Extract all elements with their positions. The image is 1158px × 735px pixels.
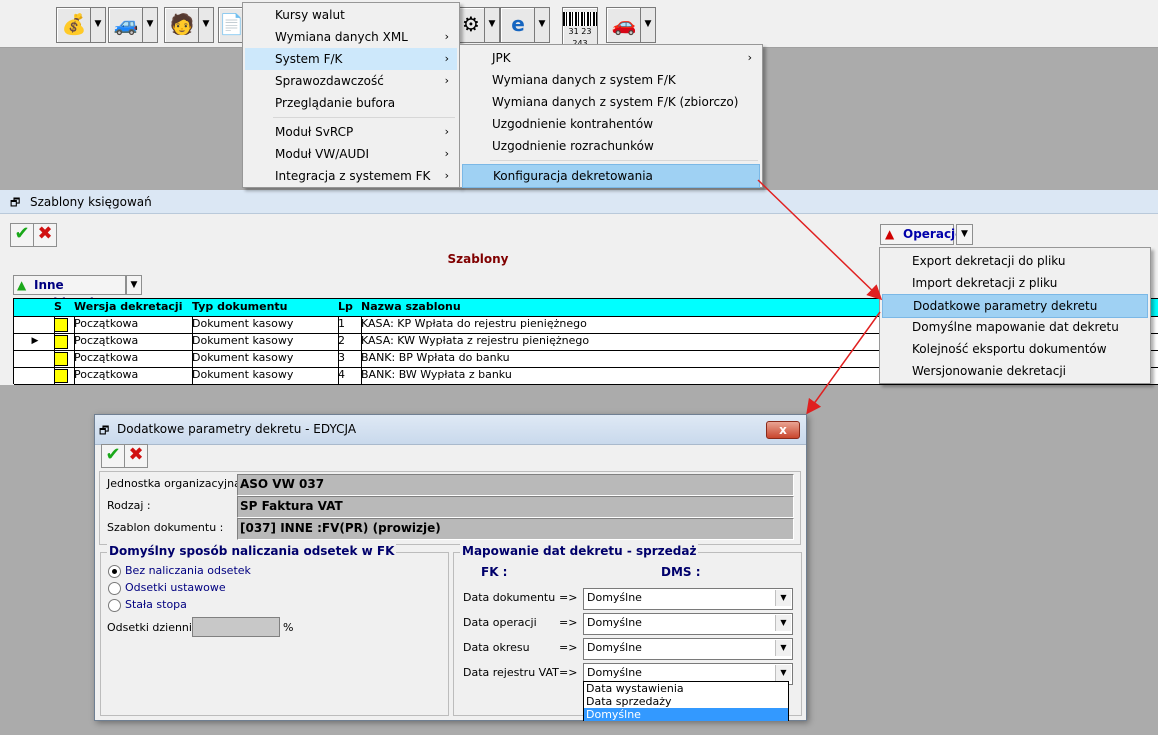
arrow-line [806, 311, 881, 415]
rodzaj-label: Rodzaj : [107, 499, 151, 512]
szablon-field: [037] INNE :FV(PR) (prowizje) [237, 518, 794, 540]
dms-label: DMS : [661, 565, 701, 579]
close-icon: ✖ [128, 444, 144, 465]
dialog-titlebar: 🗗 Dodatkowe parametry dekretu - EDYCJA x [95, 415, 806, 445]
window-icon: 🗗 [99, 424, 110, 437]
radio-label: Stała stopa [125, 598, 187, 611]
map-row-combo[interactable]: Domyślne ▼ [583, 588, 793, 610]
chevron-down-icon[interactable]: ▼ [775, 615, 791, 631]
odsetki-group-title: Domyślny sposób naliczania odsetek w FK [107, 544, 397, 558]
dropdown-option-selected[interactable]: Domyślne [584, 708, 788, 721]
mapowanie-group-title: Mapowanie dat dekretu - sprzedaż [460, 544, 699, 558]
checkmark-icon: ✔ [105, 444, 121, 465]
map-row-label: Data okresu [463, 641, 530, 654]
close-button[interactable]: x [766, 421, 800, 439]
map-arrow: => [559, 641, 578, 654]
chevron-down-icon[interactable]: ▼ [775, 640, 791, 656]
rodzaj-field: SP Faktura VAT [237, 496, 794, 518]
dodatkowe-parametry-dialog: 🗗 Dodatkowe parametry dekretu - EDYCJA x… [94, 414, 807, 721]
radio-label: Bez naliczania odsetek [125, 564, 251, 577]
dropdown-option[interactable]: Data sprzedaży [584, 695, 788, 708]
map-arrow: => [559, 666, 578, 679]
combo-value: Domyślne [587, 616, 642, 629]
chevron-down-icon[interactable]: ▼ [775, 665, 791, 681]
arrow-line [757, 179, 883, 301]
fk-label: FK : [481, 565, 508, 579]
confirm-button[interactable]: ✔ [101, 444, 125, 468]
jednostka-field: ASO VW 037 [237, 474, 794, 496]
radio-stala-stopa[interactable] [108, 599, 121, 612]
cancel-button[interactable]: ✖ [124, 444, 148, 468]
map-arrow: => [559, 616, 578, 629]
combo-value: Domyślne [587, 641, 642, 654]
jednostka-label: Jednostka organizacyjna : [107, 477, 249, 490]
dialog-title: Dodatkowe parametry dekretu - EDYCJA [117, 422, 357, 436]
combo-value: Domyślne [587, 666, 642, 679]
map-arrow: => [559, 591, 578, 604]
map-row-label: Data dokumentu [463, 591, 556, 604]
szablon-label: Szablon dokumentu : [107, 521, 224, 534]
radio-odsetki-ustawowe[interactable] [108, 582, 121, 595]
dropdown-option[interactable]: Data wystawienia [584, 682, 788, 695]
radio-bez-naliczania[interactable] [108, 565, 121, 578]
map-row-label: Data rejestru VAT [463, 666, 559, 679]
map-row-label: Data operacji [463, 616, 537, 629]
combo-value: Domyślne [587, 591, 642, 604]
data-rejestru-dropdown-list: Data wystawienia Data sprzedaży Domyślne [583, 681, 789, 721]
close-icon: x [779, 423, 787, 437]
percent-label: % [283, 621, 294, 634]
map-row-combo[interactable]: Domyślne ▼ [583, 613, 793, 635]
chevron-down-icon[interactable]: ▼ [775, 590, 791, 606]
radio-label: Odsetki ustawowe [125, 581, 226, 594]
map-row-combo[interactable]: Domyślne ▼ [583, 638, 793, 660]
odsetki-dzienne-input[interactable] [192, 617, 280, 637]
